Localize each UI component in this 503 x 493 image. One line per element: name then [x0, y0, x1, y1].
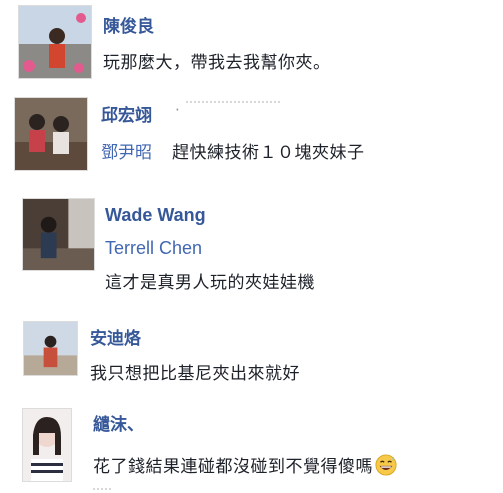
comment-text: 玩那麼大，帶我去我幫你夾。: [103, 53, 331, 73]
avatar[interactable]: [18, 5, 92, 79]
comment-author[interactable]: Wade Wang: [105, 205, 206, 226]
avatar[interactable]: [22, 198, 95, 271]
avatar-photo: [15, 98, 87, 170]
mention-link[interactable]: 鄧尹昭: [101, 138, 152, 163]
header-divider: [186, 101, 282, 103]
avatar-photo: [23, 199, 94, 270]
comment-text: 我只想把比基尼夾出來就好: [90, 364, 300, 384]
comment-author[interactable]: 陳俊良: [103, 12, 154, 37]
avatar-photo: [24, 322, 77, 375]
avatar[interactable]: [23, 321, 78, 376]
author-separator: ·: [175, 101, 180, 119]
comment-author[interactable]: 安迪烙: [90, 324, 141, 349]
comment-author[interactable]: 邱宏翊: [101, 101, 152, 126]
mention-link[interactable]: Terrell Chen: [105, 238, 202, 259]
avatar-photo: [23, 409, 71, 481]
comment-text: 花了錢結果連碰都沒碰到不覺得傻嗎: [93, 452, 397, 477]
comment-text: 這才是真男人玩的夾娃娃機: [105, 273, 315, 293]
more-indicator: [93, 488, 111, 490]
comment-author[interactable]: 繾沫、: [93, 410, 144, 435]
grinning-sweat-emoji-icon: [375, 454, 397, 476]
avatar-photo: [19, 6, 91, 78]
avatar[interactable]: [22, 408, 72, 482]
avatar[interactable]: [14, 97, 88, 171]
comment-text: 趕快練技術１０塊夾妹子: [172, 143, 365, 163]
comment-text-content: 花了錢結果連碰都沒碰到不覺得傻嗎: [93, 457, 373, 477]
